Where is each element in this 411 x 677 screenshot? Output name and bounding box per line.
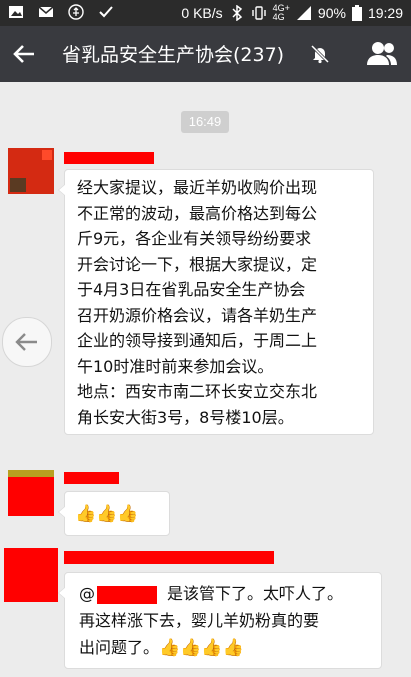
message-line: 地点：西安市南二环长安立交东北 <box>77 382 318 401</box>
sender-name-redacted <box>64 551 274 564</box>
battery-percent: 90% <box>317 5 346 21</box>
message-line: @ 是该管下了。太吓人了。 <box>79 580 381 607</box>
usb-icon <box>68 4 84 20</box>
arrow-left-icon[interactable] <box>8 38 40 70</box>
avatar[interactable] <box>4 548 58 602</box>
message-text: 是该管下了。太吓人了。 <box>167 584 344 603</box>
check-icon <box>99 6 113 18</box>
avatar-detail <box>10 178 26 192</box>
mention-symbol: @ <box>79 584 95 603</box>
arrow-left-icon <box>15 333 37 351</box>
message-line: 斤9元，各企业有关领导纷纷要求 <box>77 229 312 248</box>
bell-muted-icon <box>310 44 330 64</box>
message-bubble[interactable]: 经大家提议，最近羊奶收购价出现 不正常的波动，最高价格达到每公 斤9元，各企业有… <box>58 169 374 435</box>
chat-title: 省乳品安全生产协会(237) <box>62 44 285 66</box>
vibrate-icon <box>251 6 266 20</box>
avatar[interactable] <box>8 470 54 516</box>
net-speed: 0 KB/s <box>181 5 223 21</box>
avatar-detail <box>8 470 54 477</box>
avatar[interactable] <box>8 148 54 194</box>
battery-icon <box>351 5 362 21</box>
message-line: 角长安大街3号，8号楼10层。 <box>77 407 294 427</box>
message-line: 于4月3日在省乳品安全生产协会 <box>77 280 306 299</box>
chat-timestamp: 16:49 <box>181 111 229 133</box>
mention-redacted[interactable] <box>97 585 157 604</box>
group-members-icon[interactable] <box>365 38 399 70</box>
message-line: 再这样涨下去，婴儿羊奶粉真的要 <box>79 611 320 630</box>
floating-back-button[interactable] <box>2 317 52 367</box>
clock: 19:29 <box>367 5 403 21</box>
sender-name-redacted <box>64 472 119 484</box>
message-line: 企业的领导接到通知后，于周二上 <box>77 331 318 350</box>
status-bar: 0 KB/s 4G+ 4G 90% 19:29 <box>0 0 411 26</box>
chat-header: 省乳品安全生产协会(237) <box>0 26 411 82</box>
message-line: 不正常的波动，最高价格达到每公 <box>77 203 318 223</box>
signal-icon <box>296 6 311 20</box>
sender-name-redacted <box>64 152 154 164</box>
network-type: 4G+ 4G <box>272 3 290 22</box>
thumbs-up-emoji: 👍👍👍 <box>75 504 139 524</box>
thumbs-up-emoji: 👍👍👍👍 <box>159 638 244 658</box>
image-icon <box>9 6 23 18</box>
message-bubble[interactable]: @ 是该管下了。太吓人了。 再这样涨下去，婴儿羊奶粉真的要 出问题了。👍👍👍👍 <box>58 572 382 669</box>
message-text: 出问题了。 <box>79 638 160 657</box>
message-line: 开会讨论一下，根据大家提议，定 <box>77 254 318 274</box>
message-line: 经大家提议，最近羊奶收购价出现 <box>77 178 318 197</box>
message-line: 召开奶源价格会议，请各羊奶生产 <box>77 305 318 325</box>
mail-icon <box>38 6 54 17</box>
bluetooth-icon <box>232 5 242 21</box>
message-line: 出问题了。👍👍👍👍 <box>79 634 381 662</box>
message-bubble[interactable]: 👍👍👍 <box>58 491 170 536</box>
message-line: 午10时准时前来参加会议。 <box>77 356 274 376</box>
avatar-detail <box>42 150 52 160</box>
